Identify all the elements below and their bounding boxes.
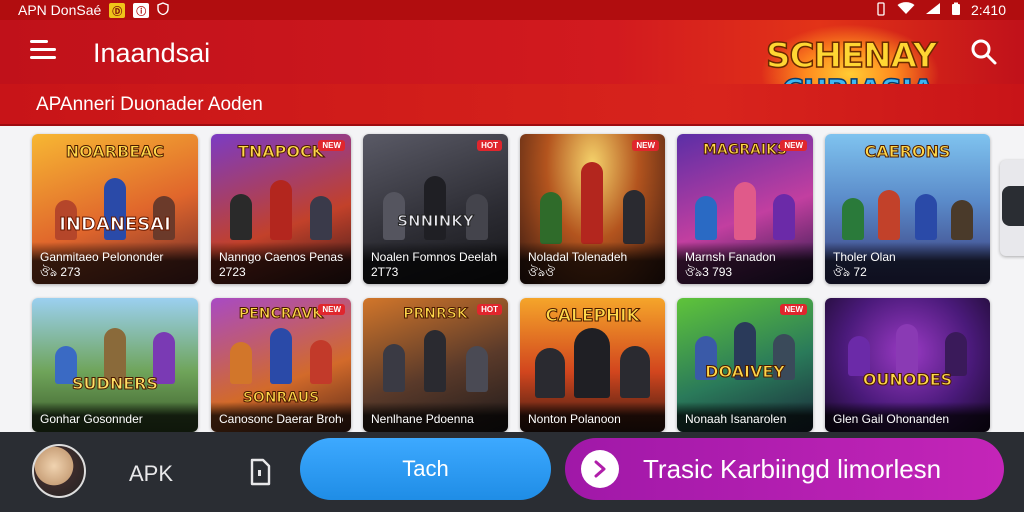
game-card[interactable]: SUDNERS Gonhar Gosonnder (32, 298, 198, 432)
badge-tag: HOT (477, 140, 502, 151)
chevron-right-icon (581, 450, 619, 488)
wifi-icon (897, 2, 915, 18)
game-name: Glen Gail Ohonanden (833, 412, 950, 426)
badge-tag: NEW (318, 140, 345, 151)
game-art-title: NOARBEAC (65, 142, 165, 161)
avatar[interactable] (32, 444, 86, 498)
game-card[interactable]: OUNODES Glen Gail Ohonanden (825, 298, 990, 432)
apk-label: APK (129, 461, 174, 486)
game-caption: Noladal Tolenadeh ঔঌঔ (520, 242, 665, 284)
game-caption: Nonaah Isanarolen (677, 402, 813, 432)
game-meta: ঔঌ3 793 (685, 265, 733, 279)
game-art-title: OUNODES (862, 370, 953, 389)
signal-icon (925, 2, 941, 18)
game-card[interactable]: MAGRAIKS NEW Marnsh Fanadon ঔঌ3 793 (677, 134, 813, 284)
game-meta: 2723 (219, 265, 246, 279)
game-name: Nonaah Isanarolen (685, 412, 787, 426)
game-card[interactable]: DOAIVEY NEW Nonaah Isanarolen (677, 298, 813, 432)
game-name: Nanngo Caenos Penason (219, 250, 343, 264)
app-bar: Inaandsai SCHENAY CURIASIA (0, 20, 1024, 124)
game-art-subtitle: INDANESAI (59, 214, 172, 235)
game-card[interactable]: NEW Noladal Tolenadeh ঔঌঔ (520, 134, 665, 284)
game-meta: ঔঌ 273 (40, 265, 81, 279)
game-caption: Canosonc Daerar Brohen (211, 402, 351, 432)
game-card[interactable]: PRNRSK HOT Nenlhane Pdoenna (363, 298, 508, 432)
game-name: Gonhar Gosonnder (40, 412, 143, 426)
game-name: Ganmitaeo Pelononder (40, 250, 164, 264)
game-name: Noalen Fomnos Deelah (371, 250, 498, 264)
badge-tag: HOT (477, 304, 502, 315)
primary-action-button[interactable]: Tach (300, 438, 551, 500)
badge-tag: NEW (318, 304, 345, 315)
file-icon[interactable] (248, 458, 272, 486)
shield-icon (157, 2, 169, 18)
game-name: Nenlhane Pdoenna (371, 412, 474, 426)
game-caption: Nonton Polanoon (520, 402, 665, 432)
game-caption: Noalen Fomnos Deelah 2T73 (363, 242, 508, 284)
promo-button-label: Trasic Karbiingd limorlesn (643, 453, 942, 484)
game-card[interactable]: CAERONS Tholer Olan ঔঌ 72 (825, 134, 990, 284)
game-card[interactable]: NOARBEAC INDANESAI Ganmitaeo Pelononder … (32, 134, 198, 284)
game-caption: Marnsh Fanadon ঔঌ3 793 (677, 242, 813, 284)
game-card[interactable]: PENCRAVK SONRAUS NEW Canosonc Daerar Bro… (211, 298, 351, 432)
game-card[interactable]: TNAPOCK NEW Nanngo Caenos Penason 2723 (211, 134, 351, 284)
game-grid: NOARBEAC INDANESAI Ganmitaeo Pelononder … (0, 126, 1024, 432)
game-art-title: SUDNERS (72, 374, 159, 393)
game-card[interactable]: SNNINKY HOT Noalen Fomnos Deelah 2T73 (363, 134, 508, 284)
game-card-partial[interactable] (1000, 160, 1024, 256)
game-meta: ঔঌঔ (528, 265, 555, 279)
game-card[interactable]: CALEPHIK Nonton Polanoon (520, 298, 665, 432)
bottom-action-bar: APK Tach Trasic Karbiingd limorlesn (0, 432, 1024, 512)
game-name: Canosonc Daerar Brohen (219, 412, 343, 426)
game-name: Nonton Polanoon (528, 412, 621, 426)
status-notification-badge: Ⓓ (109, 2, 126, 18)
game-caption: Gonhar Gosonnder (32, 402, 198, 432)
game-caption: Nenlhane Pdoenna (363, 402, 508, 432)
section-subtitle: APAnneri Duonader Aoden (36, 94, 263, 115)
game-art-title: DOAIVEY (705, 362, 786, 381)
status-notification-badge: ⓘ (133, 2, 150, 18)
badge-tag: NEW (780, 304, 807, 315)
app-title: Inaandsai (93, 38, 211, 68)
status-carrier-text: APN DonSaé (18, 2, 102, 18)
badge-tag: NEW (632, 140, 659, 151)
game-caption: Ganmitaeo Pelononder ঔঌ 273 (32, 242, 198, 284)
game-name: Marnsh Fanadon (685, 250, 776, 264)
sub-header: APAnneri Duonader Aoden (0, 84, 1024, 126)
game-meta: ঔঌ 72 (833, 265, 867, 279)
game-name: Noladal Tolenadeh (528, 250, 628, 264)
badge-tag: NEW (780, 140, 807, 151)
game-art-title: SNNINKY (397, 212, 475, 230)
game-caption: Tholer Olan ঔঌ 72 (825, 242, 990, 284)
menu-icon[interactable] (30, 40, 56, 64)
game-caption: Nanngo Caenos Penason 2723 (211, 242, 351, 284)
promo-button[interactable]: Trasic Karbiingd limorlesn (565, 438, 1004, 500)
search-icon[interactable] (970, 38, 1000, 68)
game-art-title: CAERONS (864, 142, 951, 161)
vibrate-icon (875, 1, 887, 19)
status-bar: APN DonSaé Ⓓ ⓘ 2:410 (0, 0, 1024, 20)
game-caption: Glen Gail Ohonanden (825, 402, 990, 432)
game-meta: 2T73 (371, 265, 399, 279)
battery-icon (951, 2, 961, 19)
logo-text-top: SCHENAY (765, 35, 938, 77)
status-time: 2:410 (970, 2, 1006, 18)
game-name: Tholer Olan (833, 250, 896, 264)
